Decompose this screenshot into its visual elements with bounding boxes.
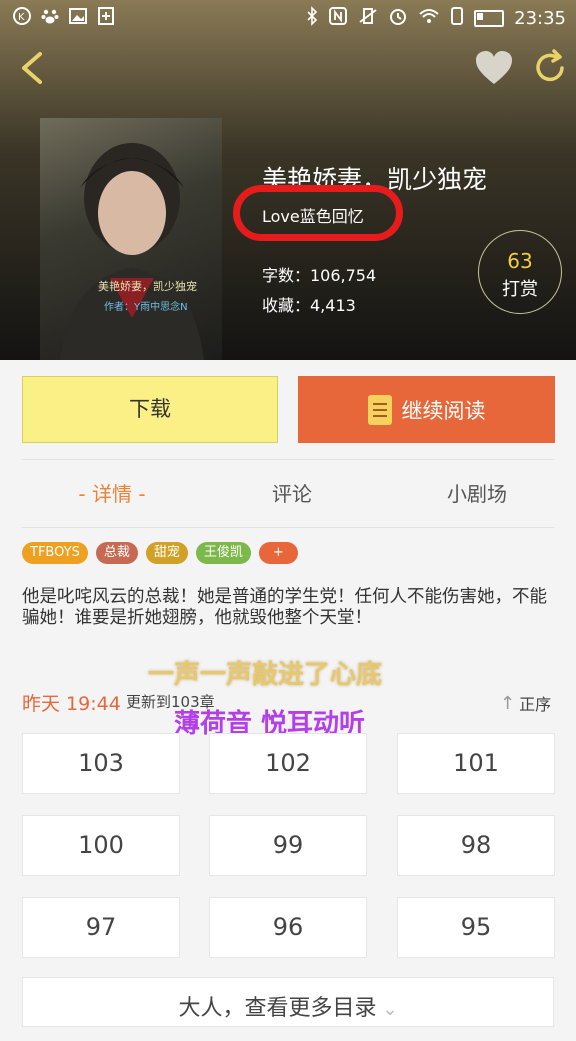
chapter-cell[interactable]: 97 [22,897,180,958]
wifi-icon [418,6,440,31]
chapter-cell[interactable]: 102 [209,733,367,794]
tag-ceo[interactable]: 总裁 [95,542,138,564]
continue-reading-button[interactable]: 继续阅读 [298,376,555,443]
tab-theater[interactable]: 小剧场 [412,466,542,524]
book-icon [367,394,392,425]
add-tag-button[interactable]: + [258,542,298,564]
overlay-caption-1: 一声一声敲进了心底 [148,660,383,690]
image-icon [68,6,88,26]
k-app-icon: K [12,6,32,26]
tag-list: TFBOYS 总裁 甜宠 王俊凯 + [22,542,298,564]
tag-tfboys[interactable]: TFBOYS [22,542,88,564]
sort-toggle[interactable]: ↑ 正序 [500,691,551,715]
vibrate-icon [358,6,378,31]
sim-icon [450,6,464,31]
plus-box-icon [96,6,116,26]
cover-portrait [60,143,204,360]
tab-comments[interactable]: 评论 [232,466,352,524]
svg-text:K: K [18,12,25,23]
update-time: 昨天 19:44 [22,693,121,715]
more-chapters-label: 大人，查看更多目录 [178,996,377,1021]
tip-label: 打赏 [502,279,538,300]
tag-sweet[interactable]: 甜宠 [145,542,188,564]
book-cover[interactable]: 美艳娇妻，凯少独宠 作者：Y雨中思念N [40,118,222,360]
chapter-cell[interactable]: 99 [209,815,367,876]
nfc-icon [328,6,348,31]
chapter-cell[interactable]: 103 [22,733,180,794]
tip-button[interactable]: 63 打赏 [478,230,562,314]
refresh-icon[interactable] [530,48,570,88]
tag-wang-junkai[interactable]: 王俊凯 [195,542,251,564]
cover-author: 作者：Y雨中思念N [104,302,188,313]
paw-icon [40,6,60,26]
tab-detail[interactable]: - 详情 - [52,466,172,524]
alarm-icon [388,6,408,31]
chapter-cell[interactable]: 100 [22,815,180,876]
tab-bar: - 详情 - 评论 小剧场 [22,466,554,524]
back-button[interactable] [14,48,50,88]
chevron-down-icon: ⌄ [382,999,398,1020]
author-name[interactable]: Love蓝色回忆 [262,203,364,227]
book-intro: 他是叱咤风云的总裁！她是普通的学生党！任何人不能伤害她，不能骗她！谁要是折她翅膀… [22,587,547,628]
status-bar: K 23:35 [0,0,576,34]
favorite-heart-icon[interactable] [472,46,516,90]
status-time: 23:35 [514,8,566,29]
more-chapters-button[interactable]: 大人，查看更多目录 ⌄ [22,977,554,1027]
word-count: 字数：106,754 [262,266,377,285]
chapter-cell[interactable]: 96 [209,897,367,958]
chapter-cell[interactable]: 98 [397,815,555,876]
tip-count: 63 [507,249,533,273]
download-label: 下载 [129,397,171,421]
chapter-cell[interactable]: 95 [397,897,555,958]
download-button[interactable]: 下载 [22,376,278,443]
chapter-cell[interactable]: 101 [397,733,555,794]
sort-label: 正序 [519,695,552,714]
arrow-up-icon: ↑ [500,692,516,714]
cover-title: 美艳娇妻，凯少独宠 [98,280,197,293]
divider [22,527,554,528]
favorite-count: 收藏：4,413 [262,296,356,315]
battery-icon [474,10,505,27]
bluetooth-icon [306,6,318,31]
book-header: K 23:35 美艳娇妻，凯少独宠 作者：Y雨中思念N 美艳娇妻，凯少独宠 Lo… [0,0,576,360]
continue-reading-label: 继续阅读 [401,398,486,423]
divider [22,459,554,460]
